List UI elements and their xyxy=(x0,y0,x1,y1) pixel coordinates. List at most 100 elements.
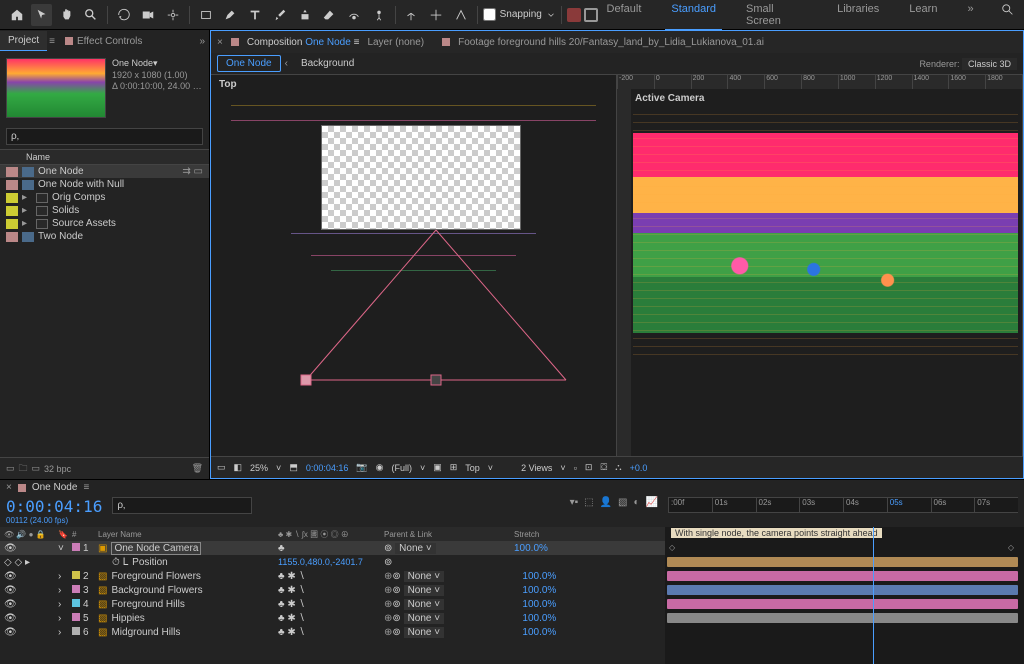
time-ruler[interactable]: :00f01s02s03s04s05s06s07s xyxy=(668,497,1018,513)
timeline-tab[interactable]: One Node xyxy=(32,482,78,493)
workspace-learn[interactable]: Learn xyxy=(903,0,943,31)
snapping-checkbox[interactable] xyxy=(483,8,496,21)
clone-stamp-tool[interactable] xyxy=(294,4,316,26)
timeline-icon[interactable]: ⊡ xyxy=(585,462,593,473)
project-item[interactable]: Two Node xyxy=(0,230,209,243)
comp-mini-flowchart-icon[interactable]: ▾▪ xyxy=(570,497,579,508)
layer-tab[interactable]: Layer (none) xyxy=(367,37,424,48)
project-tab[interactable]: Project xyxy=(0,31,47,51)
interpret-footage-icon[interactable]: ▭ xyxy=(6,463,15,474)
layer-row[interactable]: 👁›6 ▧Midground Hills ♣ ✱ ∖⊕ ⊚ None ˅ 100… xyxy=(0,625,665,639)
roi-icon[interactable]: ▣ xyxy=(433,462,442,473)
resolution-dropdown[interactable]: (Full) xyxy=(391,463,412,473)
local-axis-mode[interactable] xyxy=(401,4,423,26)
active-camera-view[interactable]: -200020040060080010001200140016001800 Ac… xyxy=(617,75,1023,456)
canvas-bounds xyxy=(321,125,521,230)
layer-row[interactable]: 👁˅1 ▣One Node Camera ♣ ⊚ None ˅ 100.0% xyxy=(0,541,665,555)
layer-row[interactable]: 👁›4 ▧Foreground Hills ♣ ✱ ∖⊕ ⊚ None ˅ 10… xyxy=(0,597,665,611)
snapping-label: Snapping xyxy=(500,9,542,20)
new-comp-icon[interactable]: ▭ xyxy=(32,463,41,474)
resolution-icon[interactable]: ◧ xyxy=(234,462,243,473)
comp-footer: ▭ ◧ 25%˅ ⬒ 0:00:04:16 📷 ◉ (Full)˅ ▣ ⊞ To… xyxy=(211,456,1023,478)
pixel-aspect-icon[interactable]: ▫ xyxy=(574,463,577,473)
project-item[interactable]: One Node⇉ ▭ xyxy=(0,165,209,178)
comp-header-label: Composition One Node ≡ xyxy=(247,37,360,48)
workspace-default[interactable]: Default xyxy=(601,0,648,31)
layer-columns: 👁 🔊 ● 🔒 🔖 # Layer Name ♣ ✱ ∖ ∫x 圕 ⦿ ◎ ⊕ … xyxy=(0,527,665,664)
layer-row[interactable]: 👁›5 ▧Hippies ♣ ✱ ∖⊕ ⊚ None ˅ 100.0% xyxy=(0,611,665,625)
project-item[interactable]: One Node with Null xyxy=(0,178,209,191)
comp-tab-background[interactable]: Background xyxy=(292,55,363,72)
workspace-switcher: Default Standard Small Screen Libraries … xyxy=(601,0,1019,31)
selection-tool[interactable] xyxy=(31,4,53,26)
panel-overflow[interactable]: » xyxy=(195,36,209,47)
delete-icon[interactable]: 🗑 xyxy=(192,463,203,474)
comp-tab-onenode[interactable]: One Node xyxy=(217,55,281,72)
magnification-icon[interactable]: ▭ xyxy=(217,462,226,473)
zoom-tool[interactable] xyxy=(80,4,102,26)
search-help-button[interactable] xyxy=(998,0,1019,21)
roto-brush-tool[interactable] xyxy=(343,4,365,26)
pan-behind-tool[interactable] xyxy=(162,4,184,26)
project-panel: Project ≡ Effect Controls » One Node▾ 19… xyxy=(0,30,210,479)
playhead[interactable] xyxy=(873,527,874,664)
camera-tool[interactable] xyxy=(138,4,160,26)
orbit-tool[interactable] xyxy=(113,4,135,26)
eraser-tool[interactable] xyxy=(318,4,340,26)
3d-icon[interactable]: ⛋ xyxy=(600,462,607,473)
layer-marker[interactable]: With single node, the camera points stra… xyxy=(671,528,882,538)
bpc-toggle[interactable]: 32 bpc xyxy=(44,464,71,474)
footage-tab[interactable]: Footage foreground hills 20/Fantasy_land… xyxy=(458,37,764,48)
stroke-color[interactable] xyxy=(584,8,598,22)
frame-display: 00112 (24.00 fps) xyxy=(6,516,102,525)
snapshot-icon[interactable]: 📷 xyxy=(356,462,367,473)
brush-tool[interactable] xyxy=(269,4,291,26)
zoom-dropdown[interactable]: 25% xyxy=(250,463,268,473)
layer-row[interactable]: 👁›2 ▧Foreground Flowers ♣ ✱ ∖⊕ ⊚ None ˅ … xyxy=(0,569,665,583)
show-channel-icon[interactable]: ◉ xyxy=(376,462,384,473)
world-axis-mode[interactable] xyxy=(425,4,447,26)
project-col-name-header[interactable]: Name xyxy=(26,152,50,162)
draft-3d-icon[interactable]: ⬚ xyxy=(584,497,593,508)
frame-blend-icon[interactable]: ▧ xyxy=(618,497,627,508)
layer-row[interactable]: 👁›3 ▧Background Flowers ♣ ✱ ∖⊕ ⊚ None ˅ … xyxy=(0,583,665,597)
ruler-horizontal: -200020040060080010001200140016001800 xyxy=(617,75,1022,89)
top-view[interactable]: Top xyxy=(211,75,617,456)
renderer-icon[interactable]: ⛬ xyxy=(615,462,621,473)
snapping-toggle[interactable]: Snapping xyxy=(483,8,556,21)
type-tool[interactable] xyxy=(244,4,266,26)
fill-color[interactable] xyxy=(567,8,581,22)
timeline-search-input[interactable] xyxy=(112,497,252,514)
fast-preview-icon[interactable]: ⬒ xyxy=(289,462,298,473)
renderer-dropdown[interactable]: Classic 3D xyxy=(962,58,1017,70)
view-axis-mode[interactable] xyxy=(450,4,472,26)
workspace-overflow[interactable]: » xyxy=(961,0,979,31)
hide-shy-icon[interactable]: 👤 xyxy=(600,497,612,508)
workspace-standard[interactable]: Standard xyxy=(665,0,722,31)
views-count-dropdown[interactable]: 2 Views xyxy=(521,463,552,473)
graph-editor-icon[interactable]: 📈 xyxy=(646,497,658,508)
comp-name-label[interactable]: One Node▾ xyxy=(112,58,202,70)
new-folder-icon[interactable]: 🗀 xyxy=(19,461,28,477)
pen-tool[interactable] xyxy=(220,4,242,26)
rectangle-tool[interactable] xyxy=(195,4,217,26)
timecode-display[interactable]: 0:00:04:16 xyxy=(6,497,102,516)
project-item[interactable]: ▸Solids xyxy=(0,204,209,217)
exposure-value[interactable]: +0.0 xyxy=(630,463,648,473)
home-button[interactable] xyxy=(6,4,28,26)
current-time[interactable]: 0:00:04:16 xyxy=(306,463,349,473)
layer-property-row[interactable]: ◇ ◇ ▸ ⏱ ᒪ Position 1155.0,480.0,-2401.7 … xyxy=(0,555,665,569)
preview-render xyxy=(633,133,1018,333)
project-search-input[interactable] xyxy=(6,128,203,145)
view-layout-dropdown[interactable]: Top xyxy=(465,463,480,473)
project-item[interactable]: ▸Orig Comps xyxy=(0,191,209,204)
motion-blur-icon[interactable]: ◐ xyxy=(634,497,640,508)
workspace-libraries[interactable]: Libraries xyxy=(831,0,885,31)
timeline-tracks[interactable]: With single node, the camera points stra… xyxy=(665,527,1024,664)
grid-icon[interactable]: ⊞ xyxy=(450,462,458,473)
project-item[interactable]: ▸Source Assets xyxy=(0,217,209,230)
effect-controls-tab[interactable]: Effect Controls xyxy=(57,32,150,51)
hand-tool[interactable] xyxy=(55,4,77,26)
workspace-small-screen[interactable]: Small Screen xyxy=(740,0,813,31)
puppet-pin-tool[interactable] xyxy=(368,4,390,26)
